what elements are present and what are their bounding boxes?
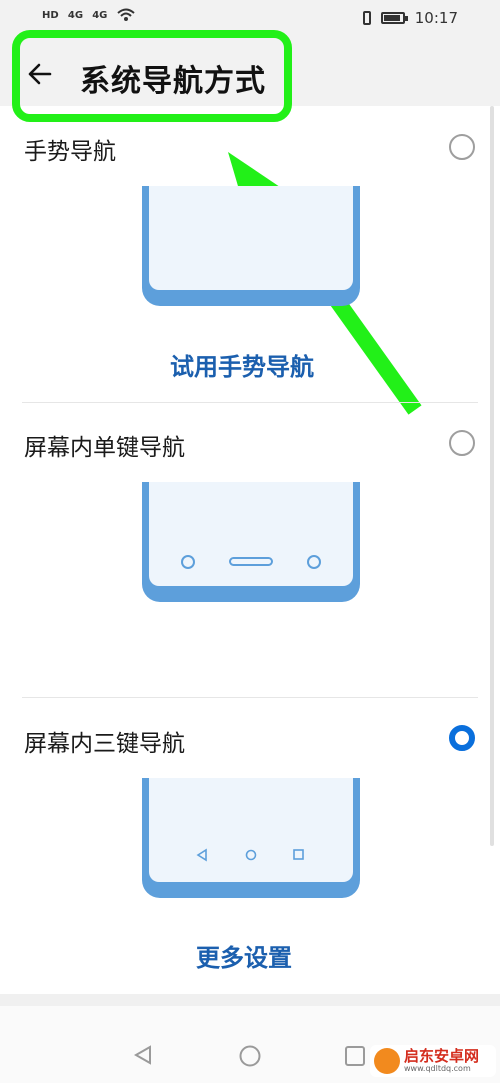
watermark-url: www.qdltdq.com: [404, 1064, 471, 1073]
section-gap: [0, 994, 500, 1006]
single-key-nav-illustration: [142, 482, 360, 602]
option-label-gesture: 手势导航: [24, 139, 116, 165]
home-circle-icon[interactable]: [238, 1044, 262, 1068]
gesture-nav-illustration: [142, 186, 360, 306]
three-key-icons: [196, 848, 304, 862]
recent-square-icon[interactable]: [344, 1045, 366, 1067]
watermark-title: 启东安卓网: [404, 1047, 480, 1065]
option-label-three-key: 屏幕内三键导航: [24, 731, 185, 757]
divider: [22, 697, 478, 698]
try-gesture-link[interactable]: 试用手势导航: [170, 347, 314, 382]
radio-three-key[interactable]: [449, 725, 475, 751]
scrollbar[interactable]: [490, 106, 494, 846]
watermark: 启东安卓网 www.qdltdq.com: [370, 1045, 496, 1077]
divider: [22, 402, 478, 403]
three-key-nav-illustration: [142, 778, 360, 898]
single-key-icons: [181, 555, 321, 569]
back-triangle-icon[interactable]: [132, 1044, 154, 1066]
more-settings-link[interactable]: 更多设置: [196, 938, 292, 973]
radio-single-key[interactable]: [449, 430, 475, 456]
radio-gesture[interactable]: [449, 134, 475, 160]
watermark-logo-icon: [374, 1048, 400, 1074]
option-label-single-key: 屏幕内单键导航: [24, 435, 185, 461]
